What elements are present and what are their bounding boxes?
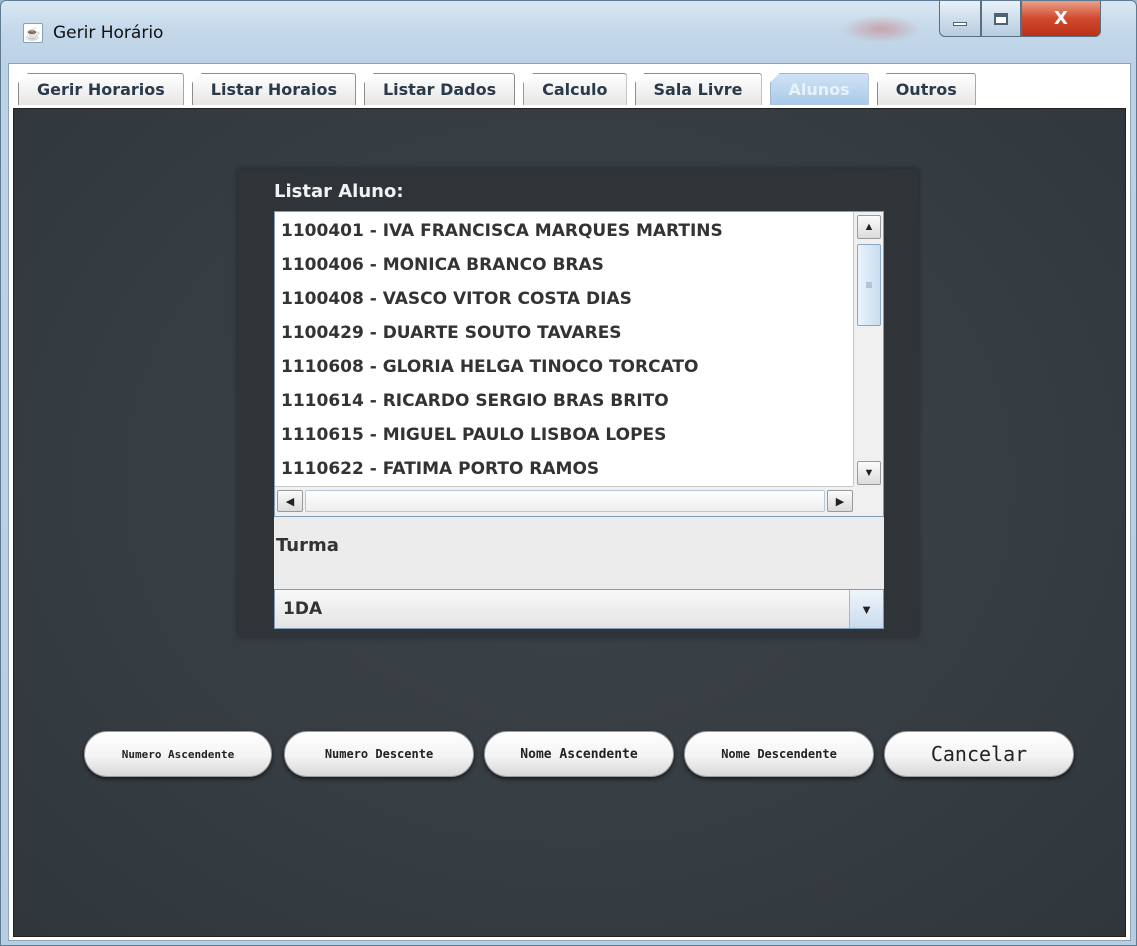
list-aluno-label: Listar Aluno: [274,181,404,202]
scrollbar-thumb[interactable]: ≡ [857,244,881,326]
blurred-taskbar-preview [841,15,921,43]
tab-alunos[interactable]: Alunos [769,73,869,105]
horizontal-scrollbar-thumb[interactable] [305,490,825,512]
nome-descendente-button[interactable]: Nome Descendente [684,731,874,777]
close-button[interactable]: X [1021,1,1101,37]
list-item[interactable]: 1100408 - VASCO VITOR COSTA DIAS [281,282,851,316]
tab-outros[interactable]: Outros [876,73,976,105]
maximize-button[interactable] [981,1,1021,37]
list-item[interactable]: 1100406 - MONICA BRANCO BRAS [281,248,851,282]
cancelar-button[interactable]: Cancelar [884,731,1074,777]
minimize-button[interactable] [939,1,981,37]
maximize-icon [994,12,1008,25]
list-item[interactable]: 1110615 - MIGUEL PAULO LISBOA LOPES [281,418,851,452]
horizontal-scrollbar[interactable]: ◀ ▶ [275,486,855,516]
list-item[interactable]: 1110608 - GLORIA HELGA TINOCO TORCATO [281,350,851,384]
tabbed-pane: Gerir Horarios Listar Horaios Listar Dad… [8,63,1131,941]
nome-ascendente-button[interactable]: Nome Ascendente [484,731,674,777]
tab-listar-dados[interactable]: Listar Dados [363,73,516,105]
java-coffee-icon: ☕ [23,23,43,43]
main-window: ☕ Gerir Horário X Gerir Horarios Listar … [0,0,1137,946]
scroll-left-icon[interactable]: ◀ [277,490,303,512]
tab-strip: Gerir Horarios Listar Horaios Listar Dad… [18,71,984,105]
turma-label: Turma [276,535,339,556]
chevron-down-icon[interactable]: ▼ [849,590,883,628]
student-list[interactable]: 1100401 - IVA FRANCISCA MARQUES MARTINS … [274,211,884,517]
turma-selected-value: 1DA [283,599,323,619]
scroll-right-icon[interactable]: ▶ [827,490,853,512]
scrollbar-corner [853,486,883,516]
numero-descente-button[interactable]: Numero Descente [284,731,474,777]
tab-gerir-horarios[interactable]: Gerir Horarios [18,73,184,105]
numero-ascendente-button[interactable]: Numero Ascendente [84,731,272,777]
turma-section: Turma 1DA ▼ [274,517,884,629]
minimize-icon [953,21,967,26]
list-item[interactable]: 1110622 - FATIMA PORTO RAMOS [281,452,851,486]
turma-combobox[interactable]: 1DA ▼ [274,589,884,629]
list-item[interactable]: 1110614 - RICARDO SERGIO BRAS BRITO [281,384,851,418]
list-item[interactable]: 1100429 - DUARTE SOUTO TAVARES [281,316,851,350]
tab-sala-livre[interactable]: Sala Livre [634,73,762,105]
tab-listar-horaios[interactable]: Listar Horaios [191,73,356,105]
tab-calculo[interactable]: Calculo [523,73,627,105]
scroll-down-icon[interactable]: ▼ [857,461,881,485]
close-icon: X [1054,8,1068,29]
title-bar[interactable]: ☕ Gerir Horário X [1,1,1136,63]
scroll-up-icon[interactable]: ▲ [857,215,881,239]
window-title: Gerir Horário [53,23,164,43]
alunos-panel: Listar Aluno: 1100401 - IVA FRANCISCA MA… [13,108,1126,937]
vertical-scrollbar[interactable]: ▲ ≡ ▼ [853,212,883,488]
list-item[interactable]: 1100401 - IVA FRANCISCA MARQUES MARTINS [281,214,851,248]
